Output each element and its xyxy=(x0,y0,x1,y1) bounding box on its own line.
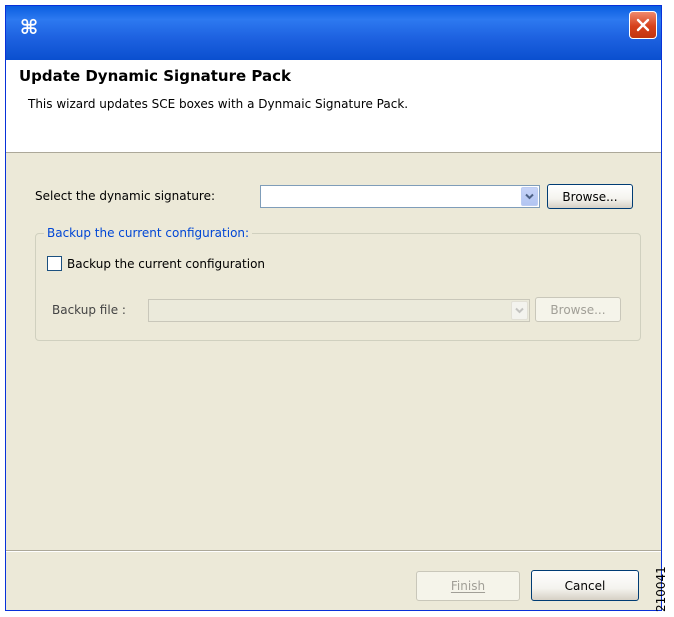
close-button[interactable] xyxy=(629,11,657,39)
backup-group xyxy=(35,233,641,341)
signature-dropdown-button[interactable] xyxy=(521,187,538,206)
footer-separator xyxy=(6,550,661,552)
close-icon xyxy=(636,18,650,32)
backup-checkbox-label[interactable]: Backup the current configuration xyxy=(67,257,265,271)
figure-id: 210041 xyxy=(654,566,668,612)
backup-group-legend: Backup the current configuration: xyxy=(44,226,253,240)
finish-button[interactable]: Finish xyxy=(416,571,520,601)
backup-file-combo[interactable] xyxy=(148,299,530,322)
backup-file-dropdown-button[interactable] xyxy=(511,301,528,320)
cisco-scms-icon: ⌘ xyxy=(19,15,39,39)
signature-label: Select the dynamic signature: xyxy=(35,189,216,203)
title-bar[interactable]: ⌘ xyxy=(6,6,661,60)
cancel-button[interactable]: Cancel xyxy=(531,570,639,601)
chevron-down-icon xyxy=(515,307,524,314)
page-description: This wizard updates SCE boxes with a Dyn… xyxy=(28,97,409,111)
backup-checkbox[interactable] xyxy=(47,256,62,271)
browse-backup-button[interactable]: Browse... xyxy=(535,297,621,322)
chevron-down-icon xyxy=(525,193,534,200)
update-signature-dialog: ⌘ Update Dynamic Signature Pack This wiz… xyxy=(5,5,662,611)
wizard-header: Update Dynamic Signature Pack This wizar… xyxy=(6,60,661,153)
browse-signature-button[interactable]: Browse... xyxy=(547,184,633,209)
signature-combo[interactable] xyxy=(260,185,540,208)
backup-file-label: Backup file : xyxy=(52,303,126,317)
finish-button-label: Finish xyxy=(450,579,486,593)
page-title: Update Dynamic Signature Pack xyxy=(19,67,291,85)
